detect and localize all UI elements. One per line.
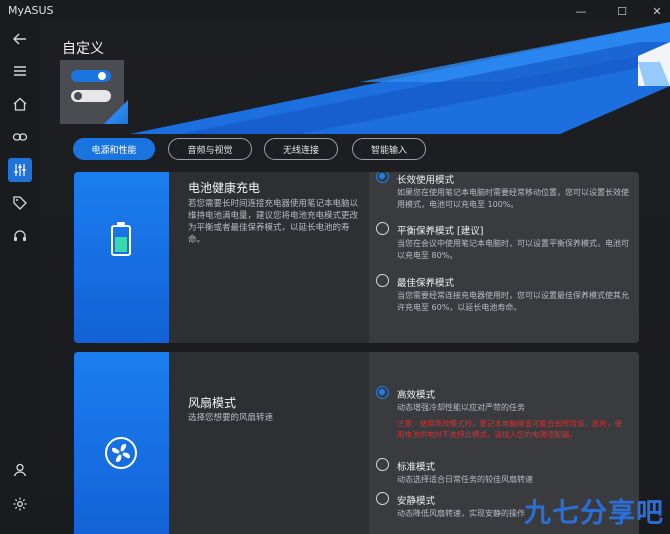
watermark-text: 九七分享吧	[524, 498, 664, 529]
battery-option-longlife-desc: 如果您在使用笔记本电脑时需要经常移动位置，您可以设置长效使用模式，电池可以充电至…	[397, 188, 629, 209]
page-banner: 自定义	[40, 22, 670, 134]
user-icon[interactable]	[8, 458, 32, 482]
back-arrow-icon[interactable]	[8, 27, 32, 51]
battery-health-card: 电池健康充电 若您需要长时间连接充电器使用笔记本电脑以维持电池满电量，建议您将电…	[74, 172, 639, 343]
battery-icon	[111, 222, 131, 256]
fan-option-performance-label[interactable]: 高效模式	[397, 387, 435, 401]
home-icon[interactable]	[8, 92, 32, 116]
banner-graphic	[130, 22, 670, 134]
battery-option-maxlife-desc: 当您需要经常连接充电器使用时，您可以设置最佳保养模式使其允许充电至 60%，以延…	[397, 291, 629, 312]
customize-illustration	[60, 60, 128, 124]
gear-icon[interactable]	[8, 492, 32, 516]
menu-icon[interactable]	[8, 59, 32, 83]
battery-card-description: 若您需要长时间连接充电器使用笔记本电脑以维持电池满电量，建议您将电池充电模式更改…	[188, 199, 359, 245]
fan-option-silent-radio[interactable]	[376, 492, 389, 505]
title-bar: MyASUS — ☐ ✕	[0, 0, 670, 22]
battery-option-balanced-desc: 当您在会议中使用笔记本电脑时，可以设置平衡保养模式，电池可以充电至 80%。	[397, 239, 629, 260]
tab-smart-input[interactable]: 智能输入	[352, 138, 426, 160]
battery-option-balanced-radio[interactable]	[376, 222, 389, 235]
fan-card-icon-panel	[74, 352, 169, 534]
fan-option-standard-desc: 动态选择适合日常任务的较佳风扇转速	[397, 475, 533, 484]
fan-card-description: 选择您想要的风扇转速	[188, 413, 274, 423]
fan-card-info	[169, 352, 369, 534]
fan-performance-warning: 注意：使用高效模式时，笔记本电脑噪音可能会有所增加。此外，使用电池供电时不支持此…	[397, 419, 622, 439]
battery-option-longlife-label[interactable]: 长效使用模式	[397, 172, 454, 186]
battery-option-maxlife-label[interactable]: 最佳保养模式	[397, 275, 454, 289]
sidebar	[0, 22, 40, 534]
page-title: 自定义	[62, 41, 104, 57]
battery-option-balanced-label[interactable]: 平衡保养模式 [建议]	[397, 223, 483, 237]
maximize-button[interactable]: ☐	[609, 0, 635, 22]
sliders-icon[interactable]	[8, 158, 32, 182]
battery-option-maxlife-radio[interactable]	[376, 274, 389, 287]
app-window: MyASUS — ☐ ✕ 自定义 电源和性能 音频与视觉 无线连接 智能输入 电…	[0, 0, 670, 534]
app-title: MyASUS	[8, 4, 54, 17]
minimize-button[interactable]: —	[568, 0, 594, 22]
tab-wireless[interactable]: 无线连接	[264, 138, 338, 160]
fan-option-silent-label[interactable]: 安静模式	[397, 493, 435, 507]
fan-option-performance-desc: 动态增强冷却性能以应对严苛的任务	[397, 403, 525, 412]
close-button[interactable]: ✕	[644, 0, 670, 22]
tab-audio-visual[interactable]: 音频与视觉	[168, 138, 252, 160]
tab-power-performance[interactable]: 电源和性能	[73, 138, 155, 160]
fan-option-performance-radio[interactable]	[376, 386, 389, 399]
battery-card-title: 电池健康充电	[188, 181, 261, 195]
fan-card-title: 风扇模式	[188, 396, 237, 410]
link-icon[interactable]	[8, 125, 32, 149]
battery-card-icon-panel	[74, 172, 169, 343]
fan-option-standard-radio[interactable]	[376, 458, 389, 471]
tag-icon[interactable]	[8, 191, 32, 215]
headset-icon[interactable]	[8, 224, 32, 248]
fan-option-standard-label[interactable]: 标准模式	[397, 459, 435, 473]
fan-icon	[104, 436, 138, 470]
